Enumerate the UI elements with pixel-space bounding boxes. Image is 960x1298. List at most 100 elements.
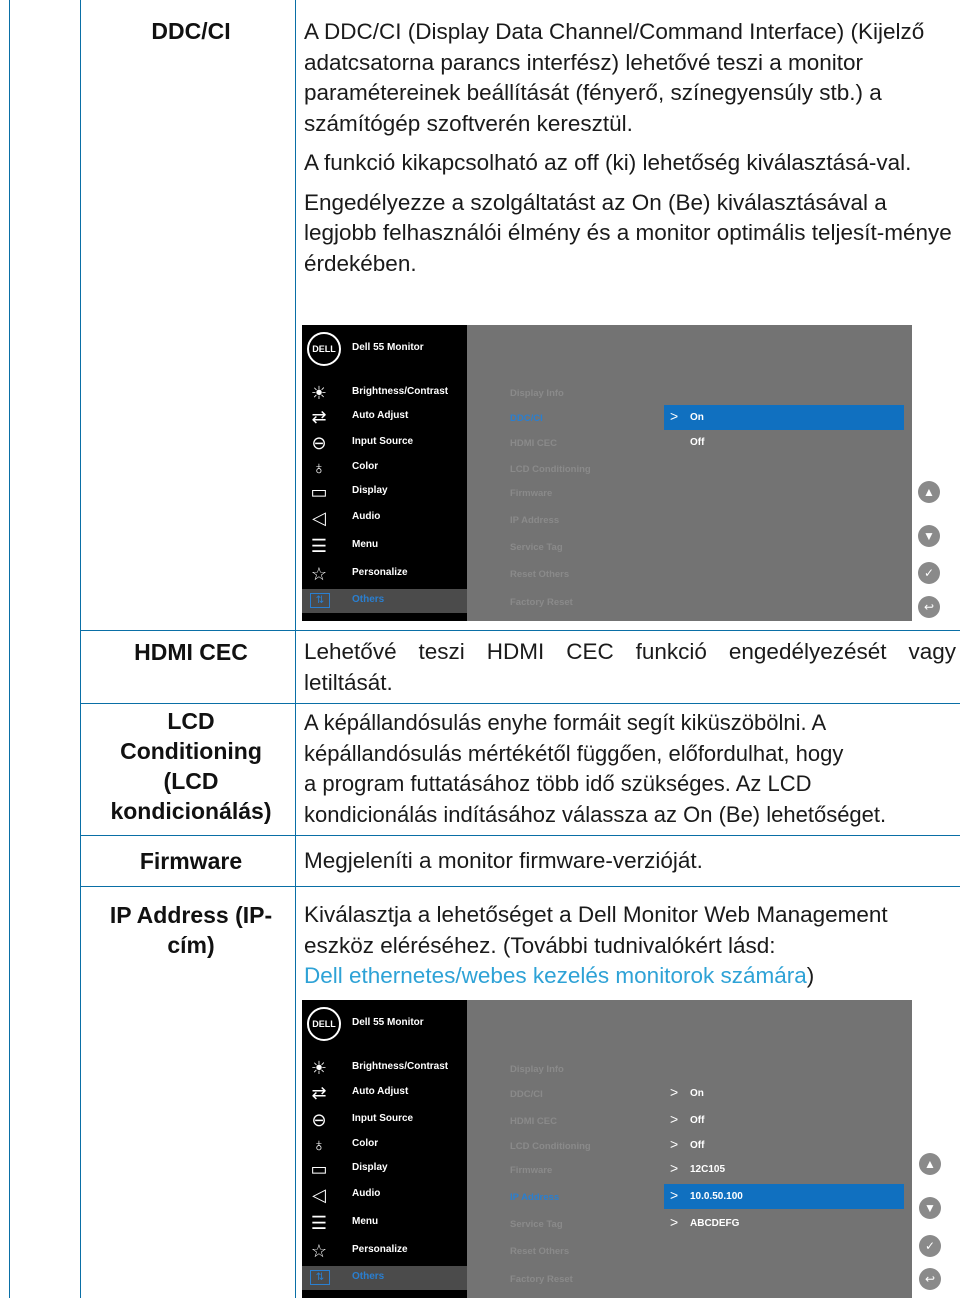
osd-menu-item[interactable]: ⊖ Input Source xyxy=(302,431,467,455)
auto-adjust-icon: ⇄ xyxy=(311,407,327,427)
auto-adjust-icon: ⇄ xyxy=(311,1083,327,1103)
osd-submenu-item[interactable]: Factory Reset xyxy=(510,597,573,608)
osd-submenu-item[interactable]: Firmware xyxy=(510,488,552,499)
osd-submenu-item[interactable]: Display Info xyxy=(510,388,564,399)
desc-firmware: Megjeleníti a monitor firmware-verzióját… xyxy=(304,846,956,877)
osd-submenu-item-active[interactable]: DDC/CI xyxy=(510,413,543,424)
chevron-up-icon[interactable]: ▲ xyxy=(919,1153,941,1175)
osd-menu-label: Color xyxy=(352,461,379,472)
osd-submenu-item[interactable]: LCD Conditioning xyxy=(510,464,591,475)
osd-menu-item[interactable]: ⊖ Input Source xyxy=(302,1108,467,1132)
term-firmware: Firmware xyxy=(139,848,243,874)
osd-option[interactable]: > Off xyxy=(664,1133,904,1158)
osd-menu-label: Others xyxy=(352,594,385,605)
term-ip-address: IP Address (IP- cím) xyxy=(92,900,290,960)
osd-menu-item[interactable]: ☀ Brightness/Contrast xyxy=(302,381,467,405)
chevron-up-icon[interactable]: ▲ xyxy=(918,481,940,503)
checkmark-icon[interactable]: ✓ xyxy=(919,1235,941,1257)
personalize-icon: ☆ xyxy=(310,564,328,584)
osd-submenu-item[interactable]: Service Tag xyxy=(510,1219,563,1230)
osd-menu-label: Input Source xyxy=(352,1113,414,1124)
osd-submenu-item[interactable]: Service Tag xyxy=(510,542,563,553)
osd-option-label: Off xyxy=(690,437,705,448)
osd-menu-item[interactable]: ◁ Audio xyxy=(302,506,467,530)
osd-submenu-item[interactable]: Firmware xyxy=(510,1165,552,1176)
brightness-icon: ☀ xyxy=(310,1058,328,1078)
dell-web-management-link[interactable]: Dell ethernetes/webes kezelés monitorok … xyxy=(304,963,807,988)
osd-option[interactable]: >12C105 xyxy=(664,1157,904,1182)
chevron-down-icon[interactable]: ▼ xyxy=(919,1197,941,1219)
checkmark-icon[interactable]: ✓ xyxy=(918,562,940,584)
dell-logo: DELL xyxy=(307,332,341,366)
osd-menu-label: Display xyxy=(352,1162,388,1173)
osd-menu-item[interactable]: ▭ Display xyxy=(302,1157,467,1181)
osd-submenu-item[interactable]: DDC/CI xyxy=(510,1089,543,1100)
osd-option[interactable]: Off xyxy=(664,430,904,455)
osd-menu-label: Brightness/Contrast xyxy=(352,1061,449,1072)
osd-menu-label: Audio xyxy=(352,511,381,522)
osd-menu-label: Color xyxy=(352,1138,379,1149)
chevron-down-icon[interactable]: ▼ xyxy=(918,525,940,547)
osd-menu-item[interactable]: ♁ Color xyxy=(302,456,467,480)
osd-option-selected[interactable]: > On xyxy=(664,405,904,430)
osd-menu-item[interactable]: ◁ Audio xyxy=(302,1183,467,1207)
osd-submenu-item[interactable]: Reset Others xyxy=(510,1246,569,1257)
text-line: Dell ethernetes/webes kezelés monitorok … xyxy=(304,961,956,992)
osd-menu-ip-address: DELL Dell 55 Monitor ☀ Brightness/Contras… xyxy=(302,1000,912,1298)
osd-submenu-item[interactable]: IP Address xyxy=(510,515,559,526)
osd-menu-item-selected[interactable]: ⇅ Others xyxy=(302,1266,467,1290)
back-icon[interactable]: ↩ xyxy=(919,1268,941,1290)
osd-menu-item[interactable]: ☰ Menu xyxy=(302,1211,467,1235)
osd-menu-item[interactable]: ☆ Personalize xyxy=(302,562,467,586)
back-icon[interactable]: ↩ xyxy=(918,596,940,618)
text-line: eszköz eléréséhez. (További tudnivalókér… xyxy=(304,932,776,958)
osd-submenu-item[interactable]: Reset Others xyxy=(510,569,569,580)
osd-option[interactable]: > Off xyxy=(664,1108,904,1133)
osd-menu-label: Brightness/Contrast xyxy=(352,386,449,397)
text-line: Kiválasztja a lehetőséget a Dell Monitor… xyxy=(304,902,888,927)
osd-menu-label: Auto Adjust xyxy=(352,410,409,421)
osd-submenu-item[interactable]: HDMI CEC xyxy=(510,1116,557,1127)
term-lcd-conditioning: LCD Conditioning (LCD kondicionálás) xyxy=(92,706,290,826)
osd-submenu-item[interactable]: LCD Conditioning xyxy=(510,1141,591,1152)
osd-submenu-item[interactable]: Factory Reset xyxy=(510,1274,573,1285)
osd-option-label: Off xyxy=(690,1140,705,1151)
osd-menu-item[interactable]: ▭ Display xyxy=(302,480,467,504)
color-icon: ♁ xyxy=(312,458,326,478)
osd-menu-item[interactable]: ☀ Brightness/Contrast xyxy=(302,1056,467,1080)
osd-option[interactable]: > ABCDEFG xyxy=(664,1211,904,1236)
osd-menu-item[interactable]: ☆ Personalize xyxy=(302,1239,467,1263)
osd-menu-label: Menu xyxy=(352,539,379,550)
osd-submenu-item[interactable]: Display Info xyxy=(510,1064,564,1075)
osd-menu-item[interactable]: ⇄ Auto Adjust xyxy=(302,405,467,429)
osd-menu-ddcci: DELL Dell 55 Monitor ☀ Brightness/Contras… xyxy=(302,325,912,621)
osd-option-label: On xyxy=(690,1088,704,1099)
osd-option[interactable]: > On xyxy=(664,1081,904,1106)
paragraph: A DDC/CI (Display Data Channel/Command I… xyxy=(304,19,925,136)
osd-menu-item[interactable]: ⇄ Auto Adjust xyxy=(302,1081,467,1105)
osd-model-title: Dell 55 Monitor xyxy=(352,342,424,353)
osd-menu-item-selected[interactable]: ⇅ Others xyxy=(302,589,467,613)
osd-option-label: 12C105 xyxy=(690,1164,726,1175)
osd-option-selected[interactable]: >10.0.50.100 xyxy=(664,1184,904,1209)
paragraph: Megjeleníti a monitor firmware-verzióját… xyxy=(304,848,703,873)
osd-menu-item[interactable]: ☰ Menu xyxy=(302,534,467,558)
others-icon: ⇅ xyxy=(310,593,330,608)
term-hdmi-cec: HDMI CEC xyxy=(134,639,248,665)
desc-ddcci: A DDC/CI (Display Data Channel/Command I… xyxy=(304,17,956,279)
text-line: kondicionálás indításához válassza az On… xyxy=(304,801,887,827)
osd-submenu-item-active[interactable]: IP Address xyxy=(510,1192,559,1203)
row-divider xyxy=(80,703,960,704)
osd-menu-item[interactable]: ♁ Color xyxy=(302,1133,467,1157)
audio-icon: ◁ xyxy=(312,508,326,528)
text-line: a program futtatásához több idő szüksége… xyxy=(304,771,812,796)
osd-menu-label: Display xyxy=(352,485,388,496)
table-border-mid xyxy=(295,0,296,1298)
display-icon: ▭ xyxy=(310,482,328,502)
desc-ip-address: Kiválasztja a lehetőséget a Dell Monitor… xyxy=(304,900,956,992)
row-divider xyxy=(80,630,960,631)
osd-submenu-item[interactable]: HDMI CEC xyxy=(510,438,557,449)
audio-icon: ◁ xyxy=(312,1185,326,1205)
osd-menu-label: Auto Adjust xyxy=(352,1086,409,1097)
osd-option-label: On xyxy=(690,412,704,423)
